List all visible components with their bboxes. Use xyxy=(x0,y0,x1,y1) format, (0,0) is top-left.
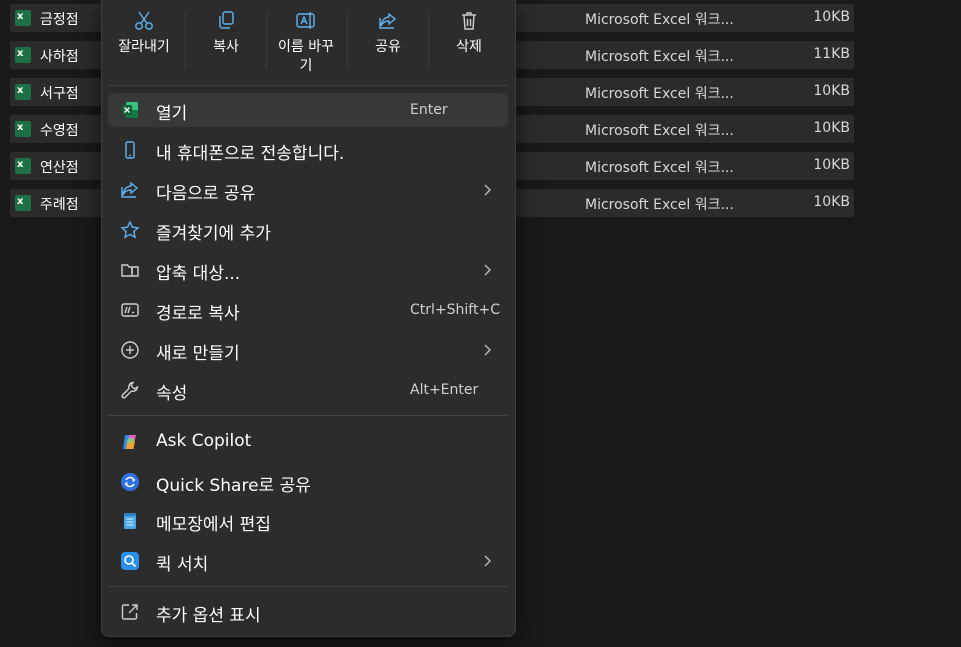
chevron-right-icon xyxy=(484,555,491,567)
rename-icon xyxy=(296,12,315,29)
shortcut-text: Ctrl+Shift+C xyxy=(410,302,500,318)
file-type: Microsoft Excel 워크... xyxy=(585,123,734,139)
menu-item-label: 다음으로 공유 xyxy=(156,184,256,204)
menu-item-quick-search[interactable]: 퀵 서치 xyxy=(108,544,508,578)
wrench-icon xyxy=(121,381,139,399)
rename-label: 이름 바꾸 기 xyxy=(278,39,334,74)
file-name: 사하점 xyxy=(40,49,79,65)
copy-path-icon xyxy=(121,303,139,317)
file-type: Microsoft Excel 워크... xyxy=(585,160,734,176)
share-button[interactable]: 공유 xyxy=(348,8,428,78)
file-size: 11KB xyxy=(813,46,850,62)
file-size: 10KB xyxy=(813,83,850,99)
plus-circle-icon xyxy=(121,341,139,359)
quick-action-bar: 잘라내기 복사 이름 바꾸 기 공유 삭제 xyxy=(102,0,515,82)
share-icon xyxy=(379,12,397,29)
quick-share-icon xyxy=(121,473,139,491)
divider xyxy=(108,415,508,416)
menu-item-label: 새로 만들기 xyxy=(156,344,240,364)
cut-label: 잘라내기 xyxy=(118,39,170,55)
delete-label: 삭제 xyxy=(456,39,482,55)
menu-item-label: 퀵 서치 xyxy=(156,555,209,575)
file-size: 10KB xyxy=(813,9,850,25)
chevron-right-icon xyxy=(484,344,491,356)
excel-file-icon xyxy=(15,84,31,100)
menu-item-label: 속성 xyxy=(156,384,188,404)
file-type: Microsoft Excel 워크... xyxy=(585,49,734,65)
excel-icon xyxy=(122,102,138,118)
menu-item-open[interactable]: 열기 Enter xyxy=(108,93,508,127)
shortcut-text: Alt+Enter xyxy=(410,382,479,398)
quick-search-icon xyxy=(121,552,139,570)
notepad-icon xyxy=(124,513,136,529)
file-size: 10KB xyxy=(813,157,850,173)
menu-item-edit-notepad[interactable]: 메모장에서 편집 xyxy=(108,504,508,538)
menu-item-label: 경로로 복사 xyxy=(156,304,240,324)
menu-item-quick-share[interactable]: Quick Share로 공유 xyxy=(108,465,508,499)
excel-file-icon xyxy=(15,158,31,174)
excel-file-icon xyxy=(15,47,31,63)
more-options-icon xyxy=(121,604,138,620)
chevron-right-icon xyxy=(484,184,491,196)
file-name: 금정점 xyxy=(40,12,79,28)
phone-icon xyxy=(125,141,135,159)
menu-item-label: 압축 대상... xyxy=(156,264,241,284)
menu-item-show-more-options[interactable]: 추가 옵션 표시 xyxy=(108,595,508,629)
chevron-right-icon xyxy=(484,264,491,276)
menu-item-compress-to[interactable]: 압축 대상... xyxy=(108,253,508,287)
menu-item-send-to-phone[interactable]: 내 휴대폰으로 전송합니다. xyxy=(108,133,508,167)
file-name: 수영점 xyxy=(40,123,79,139)
copy-button[interactable]: 복사 xyxy=(186,8,266,78)
share-label: 공유 xyxy=(375,39,401,55)
menu-item-label: 메모장에서 편집 xyxy=(156,515,271,535)
rename-button[interactable]: 이름 바꾸 기 xyxy=(266,8,346,78)
file-name: 서구점 xyxy=(40,86,79,102)
file-name: 주례점 xyxy=(40,197,79,213)
file-size: 10KB xyxy=(813,194,850,210)
menu-item-label: 추가 옵션 표시 xyxy=(156,606,261,626)
menu-item-copy-path[interactable]: 경로로 복사 Ctrl+Shift+C xyxy=(108,293,508,327)
excel-file-icon xyxy=(15,10,31,26)
menu-item-add-favorites[interactable]: 즐겨찾기에 추가 xyxy=(108,213,508,247)
file-type: Microsoft Excel 워크... xyxy=(585,12,734,28)
file-type: Microsoft Excel 워크... xyxy=(585,197,734,213)
scissors-icon xyxy=(135,11,153,30)
context-menu: 잘라내기 복사 이름 바꾸 기 공유 삭제 열기 Enter 내 휴대폰으로 전… xyxy=(101,0,516,637)
menu-item-properties[interactable]: 속성 Alt+Enter xyxy=(108,373,508,407)
file-size: 10KB xyxy=(813,120,850,136)
menu-item-label: 내 휴대폰으로 전송합니다. xyxy=(156,144,345,164)
menu-item-new[interactable]: 새로 만들기 xyxy=(108,333,508,367)
menu-item-ask-copilot[interactable]: Ask Copilot xyxy=(108,425,508,459)
menu-item-label: Quick Share로 공유 xyxy=(156,476,311,496)
excel-file-icon xyxy=(15,121,31,137)
divider xyxy=(108,85,508,86)
cut-button[interactable]: 잘라내기 xyxy=(104,8,184,78)
copy-label: 복사 xyxy=(213,39,239,55)
share-icon xyxy=(121,181,139,198)
zip-folder-icon xyxy=(121,264,139,277)
menu-item-label: Ask Copilot xyxy=(156,431,252,451)
divider xyxy=(108,586,508,587)
menu-item-label: 열기 xyxy=(156,104,188,124)
shortcut-text: Enter xyxy=(410,102,448,118)
file-name: 연산점 xyxy=(40,160,79,176)
trash-icon xyxy=(462,12,476,30)
menu-item-share-with[interactable]: 다음으로 공유 xyxy=(108,173,508,207)
excel-file-icon xyxy=(15,195,31,211)
copy-icon xyxy=(219,11,234,29)
copilot-icon xyxy=(123,435,136,449)
file-type: Microsoft Excel 워크... xyxy=(585,86,734,102)
delete-button[interactable]: 삭제 xyxy=(429,8,509,78)
star-icon xyxy=(120,220,140,239)
menu-item-label: 즐겨찾기에 추가 xyxy=(156,224,271,244)
